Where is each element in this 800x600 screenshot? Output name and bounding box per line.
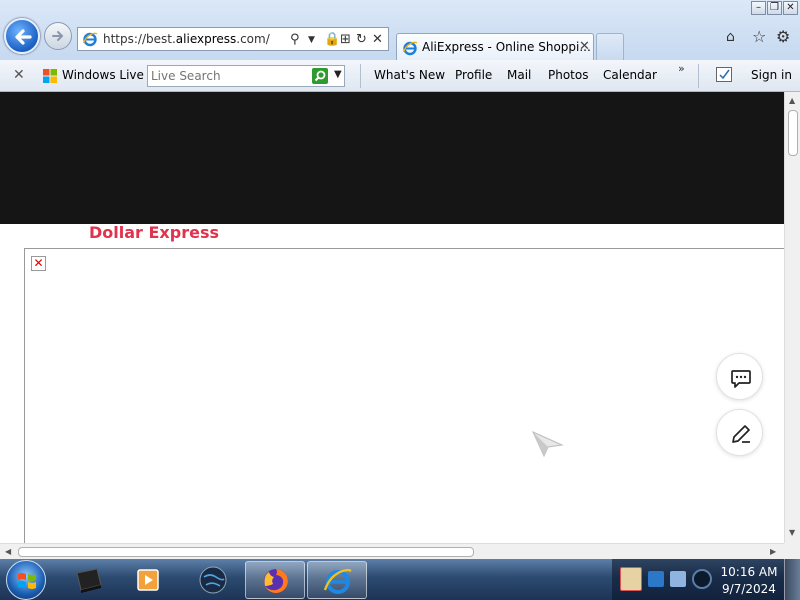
tray-network-icon[interactable] bbox=[648, 571, 664, 587]
edit-pen-icon bbox=[732, 425, 750, 443]
gear-icon[interactable]: ⚙ bbox=[776, 27, 790, 46]
tab-aliexpress[interactable]: AliExpress - Online Shoppi... ✕ bbox=[396, 33, 594, 60]
firefox-icon bbox=[264, 569, 288, 593]
site-header-banner bbox=[0, 92, 784, 224]
scroll-left-icon[interactable]: ◀ bbox=[5, 547, 11, 556]
tray-clock-app-icon[interactable] bbox=[692, 569, 712, 589]
feedback-button[interactable] bbox=[716, 409, 763, 456]
vertical-scrollbar[interactable]: ▲ ▼ bbox=[784, 92, 800, 543]
scroll-up-icon[interactable]: ▲ bbox=[789, 96, 795, 105]
ie-icon bbox=[82, 32, 98, 47]
sign-in-link[interactable]: Sign in bbox=[751, 68, 792, 82]
check-mark-icon bbox=[719, 69, 730, 80]
toolbar-close-icon[interactable]: ✕ bbox=[13, 67, 25, 83]
window-controls: – ❐ ✕ bbox=[751, 1, 798, 15]
taskbar-app-internet-explorer[interactable] bbox=[307, 561, 367, 599]
back-arrow-icon bbox=[15, 29, 32, 45]
browser-title-bar: https://best.aliexpress.com/ ⚲ ▼ 🔒 ⊞ ↻ ✕… bbox=[0, 0, 800, 60]
search-icon[interactable]: ⚲ bbox=[290, 32, 300, 47]
taskbar-app-media-player[interactable] bbox=[118, 561, 178, 599]
live-search-box: ▼ bbox=[147, 65, 345, 87]
compat-view-icon[interactable]: ⊞ bbox=[340, 32, 351, 47]
forward-button[interactable] bbox=[44, 22, 72, 50]
lock-icon[interactable]: 🔒 bbox=[324, 32, 340, 47]
content-frame: ✕ bbox=[24, 248, 784, 543]
show-desktop-button[interactable] bbox=[784, 559, 800, 600]
search-dropdown-icon[interactable]: ▼ bbox=[308, 35, 315, 45]
scroll-corner bbox=[784, 543, 800, 559]
clock-time[interactable]: 10:16 AM bbox=[720, 565, 778, 579]
search-icon bbox=[314, 70, 326, 82]
tab-title: AliExpress - Online Shoppi... bbox=[422, 40, 591, 54]
toolbar-more-chevron-icon[interactable]: » bbox=[678, 62, 685, 75]
refresh-icon[interactable]: ↻ bbox=[356, 32, 367, 47]
chat-bubble-icon bbox=[731, 370, 751, 388]
live-search-input[interactable] bbox=[151, 69, 309, 83]
tray-app-icon[interactable] bbox=[620, 567, 642, 591]
taskbar-app-globe[interactable] bbox=[183, 561, 243, 599]
live-search-button[interactable] bbox=[312, 68, 328, 84]
checkbox-icon[interactable] bbox=[716, 67, 732, 82]
horizontal-scroll-thumb[interactable] bbox=[18, 547, 474, 557]
address-url[interactable]: https://best.aliexpress.com/ bbox=[103, 32, 270, 46]
favorites-star-icon[interactable]: ☆ bbox=[752, 27, 766, 46]
toolbar-link-photos[interactable]: Photos bbox=[548, 68, 588, 82]
clock-date[interactable]: 9/7/2024 bbox=[720, 582, 778, 596]
chevron-down-icon[interactable]: ▼ bbox=[334, 69, 342, 80]
site-brand-title[interactable]: Dollar Express bbox=[89, 223, 219, 242]
toolbar-link-profile[interactable]: Profile bbox=[455, 68, 492, 82]
scroll-right-icon[interactable]: ▶ bbox=[770, 547, 776, 556]
vertical-scroll-thumb[interactable] bbox=[788, 110, 798, 156]
toolbar-link-calendar[interactable]: Calendar bbox=[603, 68, 657, 82]
chat-button[interactable] bbox=[716, 353, 763, 400]
new-tab-button[interactable] bbox=[596, 33, 624, 60]
tab-close-icon[interactable]: ✕ bbox=[579, 39, 590, 54]
home-icon[interactable]: ⌂ bbox=[726, 29, 735, 45]
windows-live-toolbar: ✕ Windows Live ▼ What's New Profile Mail… bbox=[0, 60, 800, 92]
terminal-app-icon bbox=[76, 568, 102, 593]
windows-taskbar: 10:16 AM 9/7/2024 bbox=[0, 559, 800, 600]
taskbar-app-firefox[interactable] bbox=[245, 561, 305, 599]
media-player-icon bbox=[137, 569, 159, 591]
toolbar-link-whats-new[interactable]: What's New bbox=[374, 68, 445, 82]
forward-arrow-icon bbox=[52, 31, 64, 41]
minimize-button[interactable]: – bbox=[751, 1, 766, 15]
maximize-button[interactable]: ❐ bbox=[767, 1, 782, 15]
windows-live-logo-icon bbox=[43, 69, 57, 83]
mouse-cursor-icon bbox=[532, 431, 564, 458]
ie-icon bbox=[323, 568, 352, 594]
windows-start-icon bbox=[18, 573, 36, 589]
start-button[interactable] bbox=[6, 560, 46, 600]
close-window-button[interactable]: ✕ bbox=[783, 1, 798, 15]
toolbar-divider bbox=[698, 64, 699, 88]
toolbar-link-mail[interactable]: Mail bbox=[507, 68, 531, 82]
stop-icon[interactable]: ✕ bbox=[372, 32, 383, 47]
back-button[interactable] bbox=[4, 18, 40, 54]
page-viewport: Dollar Express ✕ bbox=[0, 92, 784, 543]
horizontal-scrollbar[interactable]: ◀ ▶ bbox=[0, 543, 784, 559]
toolbar-divider bbox=[360, 64, 361, 88]
taskbar-app-terminal[interactable] bbox=[58, 561, 118, 599]
tray-volume-icon[interactable] bbox=[670, 571, 686, 587]
globe-app-icon bbox=[199, 566, 227, 594]
address-bar[interactable]: https://best.aliexpress.com/ ⚲ ▼ 🔒 ⊞ ↻ ✕ bbox=[77, 27, 389, 51]
windows-live-button[interactable]: Windows Live bbox=[62, 68, 144, 82]
ie-icon bbox=[402, 41, 418, 56]
scroll-down-icon[interactable]: ▼ bbox=[789, 528, 795, 537]
broken-image-icon: ✕ bbox=[31, 256, 46, 271]
